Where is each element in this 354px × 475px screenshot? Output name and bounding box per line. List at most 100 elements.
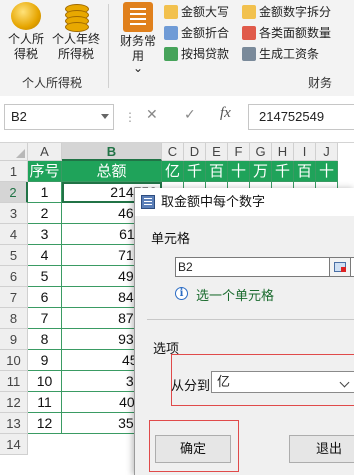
check-icon[interactable]: ✓ <box>184 106 196 123</box>
header-cell[interactable]: 百 <box>294 161 316 182</box>
range-picker-icon[interactable] <box>329 257 351 277</box>
row-header-6[interactable]: 6 <box>0 266 28 287</box>
amount-convert-label: 金额折合 <box>181 26 230 40</box>
dialog-title-bar[interactable]: 取金额中每个数字 <box>135 188 354 216</box>
header-cell[interactable]: 十 <box>228 161 250 182</box>
index-cell[interactable]: 5 <box>28 266 62 287</box>
row-header-1[interactable]: 1 <box>0 161 28 182</box>
header-cell[interactable]: 千 <box>272 161 294 182</box>
index-cell[interactable]: 6 <box>28 287 62 308</box>
dialog-app-icon <box>141 195 155 209</box>
row-header-7[interactable]: 7 <box>0 287 28 308</box>
column-header-g[interactable]: G <box>250 143 272 161</box>
info-icon: i <box>175 287 188 300</box>
header-cell[interactable]: 百 <box>206 161 228 182</box>
personal-year-tax-label: 个人年终所得税 <box>52 32 101 61</box>
column-header-e[interactable]: E <box>206 143 228 161</box>
mortgage-button[interactable]: 按揭贷款 <box>164 44 229 64</box>
row-header-11[interactable]: 11 <box>0 371 28 392</box>
amount-uppercase-button[interactable]: 金额大写 <box>164 2 229 22</box>
header-cell[interactable]: 序号 <box>28 161 62 182</box>
column-header-c[interactable]: C <box>162 143 184 161</box>
row-header-2[interactable]: 2 <box>0 182 28 203</box>
row-header-10[interactable]: 10 <box>0 350 28 371</box>
select-all-corner[interactable] <box>0 143 28 161</box>
name-box-value: B2 <box>11 109 27 124</box>
group-label-finance: 财务 <box>308 76 333 90</box>
index-cell[interactable]: 3 <box>28 224 62 245</box>
index-cell[interactable]: 11 <box>28 392 62 413</box>
ok-button[interactable]: 确定 <box>155 435 231 463</box>
amount-uppercase-label: 金额大写 <box>181 5 230 19</box>
index-cell[interactable]: 12 <box>28 413 62 434</box>
column-header-a[interactable]: A <box>28 143 62 161</box>
header-cell[interactable]: 千 <box>184 161 206 182</box>
split-to-select[interactable]: 亿 <box>211 371 354 393</box>
row-header-12[interactable]: 12 <box>0 392 28 413</box>
split-to-value: 亿 <box>217 374 231 389</box>
ribbon-divider <box>108 4 109 88</box>
finance-common-button[interactable]: 财务常用 ⌄ <box>114 2 162 75</box>
group-label-tax: 个人所得税 <box>22 76 83 90</box>
personal-year-tax-button[interactable]: 个人年终所得税 <box>52 2 100 62</box>
row-header-4[interactable]: 4 <box>0 224 28 245</box>
index-cell[interactable]: 4 <box>28 245 62 266</box>
cell-hint-text: 选一个单元格 <box>196 288 275 303</box>
payslip-icon <box>242 47 256 61</box>
finance-common-label: 财务常用 <box>119 34 156 63</box>
row-header-5[interactable]: 5 <box>0 245 28 266</box>
drag-handle-icon[interactable]: ⋮ <box>124 110 136 124</box>
dropdown-arrow-icon: ⌄ <box>132 61 144 75</box>
index-cell[interactable]: 1 <box>28 182 62 203</box>
header-cell[interactable]: 十 <box>316 161 338 182</box>
denomination-count-button[interactable]: 各类面额数量 <box>242 23 331 43</box>
denomination-icon <box>242 26 256 40</box>
column-header-i[interactable]: I <box>294 143 316 161</box>
column-header-f[interactable]: F <box>228 143 250 161</box>
cancel-icon[interactable]: ✕ <box>146 106 158 123</box>
cell-reference-input[interactable]: B2 <box>175 257 354 277</box>
row-header-8[interactable]: 8 <box>0 308 28 329</box>
index-cell[interactable]: 2 <box>28 203 62 224</box>
row-header-9[interactable]: 9 <box>0 329 28 350</box>
payslip-label: 生成工资条 <box>259 47 320 61</box>
column-header-h[interactable]: H <box>272 143 294 161</box>
mortgage-label: 按揭贷款 <box>181 47 230 61</box>
formula-bar: B2 ⋮ ✕ ✓ fx 214752549 <box>0 96 354 143</box>
header-cell[interactable]: 总额 <box>62 161 162 182</box>
amount-convert-button[interactable]: 金额折合 <box>164 23 229 43</box>
split-to-label: 从分到 <box>171 378 211 393</box>
row-header-14[interactable]: 14 <box>0 434 28 455</box>
split-amount-dialog: 取金额中每个数字 单元格 B2 i 选一个单元格 选项 从分到 亿 确定 退出 <box>134 188 354 475</box>
index-cell[interactable]: 8 <box>28 329 62 350</box>
exit-button[interactable]: 退出 <box>289 435 354 463</box>
column-header-j[interactable]: J <box>316 143 338 161</box>
name-box[interactable]: B2 <box>4 104 114 130</box>
function-icon[interactable]: fx <box>220 105 231 122</box>
index-cell[interactable]: 10 <box>28 371 62 392</box>
amount-split-label: 金额数字拆分 <box>259 5 332 19</box>
header-cell[interactable]: 亿 <box>162 161 184 182</box>
finance-icon <box>123 2 153 32</box>
formula-input[interactable]: 214752549 <box>248 104 354 130</box>
payslip-button[interactable]: 生成工资条 <box>242 44 319 64</box>
coins-icon <box>11 2 41 30</box>
amount-split-button[interactable]: 金额数字拆分 <box>242 2 331 22</box>
amount-convert-icon <box>164 26 178 40</box>
amount-uppercase-icon <box>164 5 178 19</box>
chevron-down-icon[interactable] <box>101 114 109 119</box>
column-header-b[interactable]: B <box>62 143 162 161</box>
personal-tax-button[interactable]: 个人所得税 <box>2 2 50 62</box>
header-cell[interactable]: 万 <box>250 161 272 182</box>
chevron-down-icon <box>339 377 350 388</box>
row-header-13[interactable]: 13 <box>0 413 28 434</box>
index-cell[interactable]: 9 <box>28 350 62 371</box>
index-cell[interactable]: 7 <box>28 308 62 329</box>
mortgage-icon <box>164 47 178 61</box>
dialog-title: 取金额中每个数字 <box>161 194 266 209</box>
column-header-d[interactable]: D <box>184 143 206 161</box>
dialog-divider <box>147 319 354 320</box>
denomination-count-label: 各类面额数量 <box>259 26 332 40</box>
row-header-3[interactable]: 3 <box>0 203 28 224</box>
ribbon: 个人所得税 个人年终所得税 财务常用 ⌄ 金额大写 金额折合 按揭贷款 金额数字… <box>0 0 354 97</box>
